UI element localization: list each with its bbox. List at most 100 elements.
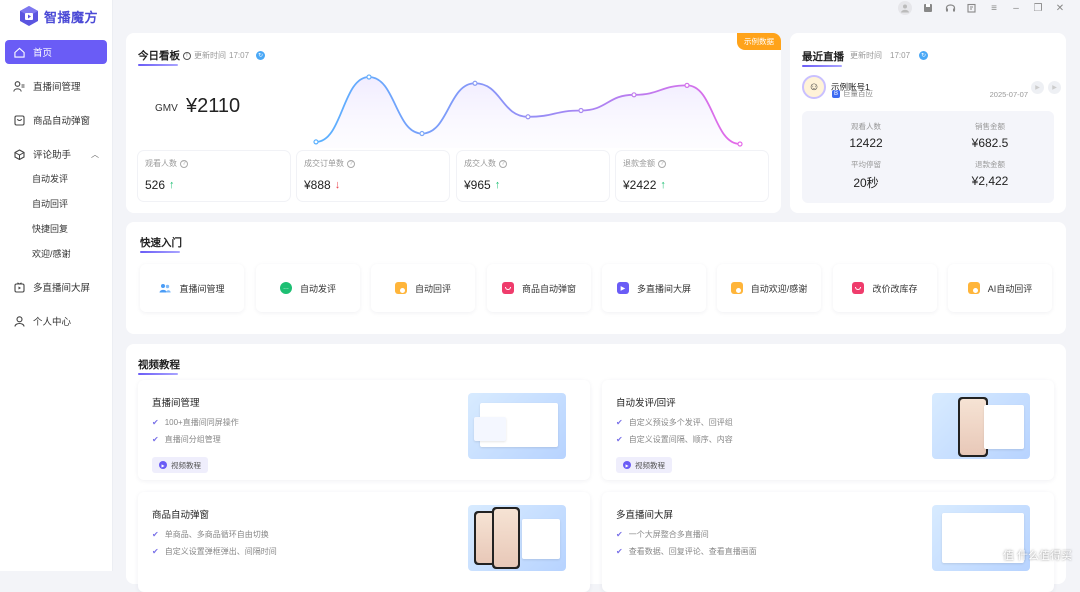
video-tutorial-button[interactable]: ▶视频教程 <box>616 457 672 473</box>
help-icon[interactable]: ? <box>347 160 355 168</box>
edit-icon[interactable] <box>966 2 978 14</box>
sidebar: 智播魔方 首页 直播间管理 商品自动弹窗 评论助手 ︿ 自动发评 自动回评 快捷… <box>0 0 113 571</box>
video-tutorials-title-text: 视频教程 <box>138 359 180 371</box>
app-logo[interactable]: 智播魔方 <box>18 5 98 27</box>
stat-viewers: 观看人数? 526↑ <box>138 151 290 201</box>
trend-point <box>473 81 477 85</box>
button-label: 视频教程 <box>171 460 201 471</box>
quick-item-multi-screen[interactable]: ▶多直播间大屏 <box>602 264 706 312</box>
trend-point <box>526 115 530 119</box>
bullet-text: 单商品、多商品循环自由切换 <box>165 529 269 540</box>
bullet-text: 自定义设置弹框弹出、间隔时间 <box>165 546 277 557</box>
prev-icon[interactable]: ▶ <box>1031 81 1044 94</box>
help-icon[interactable]: ? <box>180 160 188 168</box>
gmv-value: ¥2110 <box>186 95 240 118</box>
trend-area <box>316 77 740 148</box>
reply-icon <box>395 282 407 294</box>
video-card-live-room[interactable]: 直播间管理 ✔100+直播间同屏操作 ✔直播间分组管理 ▶视频教程 <box>138 380 590 480</box>
quick-item-label: 自动发评 <box>300 282 336 295</box>
sidebar-item-profile[interactable]: 个人中心 <box>5 309 107 333</box>
video-card-bullet: ✔ 单商品、多商品循环自由切换 <box>152 529 269 540</box>
quick-item-auto-comment[interactable]: … 自动发评 <box>256 264 360 312</box>
button-label: 视频教程 <box>635 460 665 471</box>
recent-live-title: 最近直播 <box>802 49 844 64</box>
sidebar-item-live-room[interactable]: 直播间管理 <box>5 74 107 98</box>
trend-point <box>579 109 583 113</box>
check-icon: ✔ <box>616 547 623 556</box>
menu-icon[interactable]: ≡ <box>988 2 1000 14</box>
recent-update-meta: 更新时间 17:07 ↻ <box>850 50 928 61</box>
update-label: 更新时间 <box>194 50 226 61</box>
quick-item-welcome-thanks[interactable]: 自动欢迎/感谢 <box>717 264 821 312</box>
quick-item-product-popup[interactable]: 商品自动弹窗 <box>487 264 591 312</box>
quick-start-title-text: 快速入门 <box>140 237 182 249</box>
box-icon <box>13 114 25 126</box>
arrow-up-icon: ↑ <box>169 179 175 191</box>
next-icon[interactable]: ▶ <box>1048 81 1061 94</box>
gmv-trend-chart <box>312 73 744 148</box>
bullet-text: 100+直播间同屏操作 <box>165 417 239 428</box>
video-card-auto-comment[interactable]: 自动发评/回评 ✔自定义预设多个发评、回评组 ✔自定义设置间隔、顺序、内容 ▶视… <box>602 380 1054 480</box>
video-card-bullet: ✔一个大屏整合多直播间 <box>616 529 709 540</box>
video-card-bullet: ✔100+直播间同屏操作 <box>152 417 239 428</box>
update-time: 17:07 <box>229 51 249 60</box>
chat-bubble-icon: … <box>280 282 292 294</box>
users-icon <box>13 80 25 92</box>
quick-item-price-stock[interactable]: 改价改库存 <box>833 264 937 312</box>
quick-start-title: 快速入门 <box>140 235 182 250</box>
help-icon[interactable]: ? <box>658 160 666 168</box>
quick-item-label: 自动回评 <box>415 282 451 295</box>
price-icon <box>852 282 864 294</box>
quick-item-ai-reply[interactable]: AI自动回评 <box>948 264 1052 312</box>
check-icon: ✔ <box>152 530 159 539</box>
sidebar-subitem-quick-reply[interactable]: 快捷回复 <box>5 218 107 238</box>
minimize-icon[interactable]: – <box>1010 2 1022 14</box>
quick-item-label: 自动欢迎/感谢 <box>751 282 808 295</box>
bullet-text: 自定义预设多个发评、回评组 <box>629 417 733 428</box>
chevron-up-icon: ︿ <box>91 149 99 160</box>
arrow-down-icon: ↓ <box>335 179 341 191</box>
sidebar-item-product-popup[interactable]: 商品自动弹窗 <box>5 108 107 132</box>
stat-label: 退款金额 <box>930 159 1050 170</box>
bullet-text: 查看数据、回复评论、查看直播画面 <box>629 546 757 557</box>
video-thumbnail <box>468 505 566 571</box>
check-icon: ✔ <box>616 418 623 427</box>
sidebar-subitem-auto-comment[interactable]: 自动发评 <box>5 168 107 188</box>
logo-cube-icon <box>18 5 40 27</box>
sidebar-subitem-auto-reply[interactable]: 自动回评 <box>5 193 107 213</box>
refresh-icon[interactable]: ↻ <box>919 51 928 60</box>
quick-item-auto-reply[interactable]: 自动回评 <box>371 264 475 312</box>
trend-point <box>314 140 318 144</box>
video-card-product-popup[interactable]: 商品自动弹窗 ✔单商品、多商品循环自由切换 ✔自定义设置弹框弹出、间隔时间 <box>138 492 590 592</box>
sidebar-item-home[interactable]: 首页 <box>5 40 107 64</box>
headset-icon[interactable] <box>944 2 956 14</box>
sidebar-subitem-welcome-thanks[interactable]: 欢迎/感谢 <box>5 243 107 263</box>
check-icon: ✔ <box>616 530 623 539</box>
recent-live-card: 最近直播 更新时间 17:07 ↻ ☺ 示例账号1 B 巨量百应 2025-07… <box>790 33 1066 213</box>
stat-label: 销售金额 <box>930 121 1050 132</box>
video-card-bullet: ✔直播间分组管理 <box>152 434 221 445</box>
sidebar-item-label: 直播间管理 <box>33 79 81 93</box>
check-icon: ✔ <box>152 435 159 444</box>
recent-stat-sales: 销售金额¥682.5 <box>930 121 1050 150</box>
sidebar-item-multi-screen[interactable]: 多直播间大屏 <box>5 275 107 299</box>
avatar: ☺ <box>802 75 826 99</box>
stat-refund: 退款金额? ¥2422↑ <box>616 151 768 201</box>
save-icon[interactable] <box>922 2 934 14</box>
recent-stats-grid: 观看人数12422 销售金额¥682.5 平均停留20秒 退款金额¥2,422 <box>802 111 1054 203</box>
help-icon[interactable]: ? <box>499 160 507 168</box>
close-icon[interactable]: ✕ <box>1054 2 1066 14</box>
user-icon <box>13 315 25 327</box>
sidebar-item-comment-assistant[interactable]: 评论助手 ︿ <box>5 142 107 166</box>
stat-value: 12422 <box>806 136 926 150</box>
trend-point <box>685 83 689 87</box>
play-icon: ▶ <box>159 461 167 469</box>
quick-item-live-room[interactable]: 直播间管理 <box>140 264 244 312</box>
refresh-icon[interactable]: ↻ <box>256 51 265 60</box>
quick-item-label: 商品自动弹窗 <box>522 282 576 295</box>
today-board-card: 今日看板 ! 更新时间 17:07 ↻ 示例数据 GMV ¥2110 观看人数?… <box>126 33 781 213</box>
avatar-icon[interactable] <box>898 1 912 15</box>
restore-icon[interactable]: ❐ <box>1032 2 1044 14</box>
video-tutorial-button[interactable]: ▶ 视频教程 <box>152 457 208 473</box>
video-card-multi-screen[interactable]: 多直播间大屏 ✔一个大屏整合多直播间 ✔查看数据、回复评论、查看直播画面 <box>602 492 1054 592</box>
